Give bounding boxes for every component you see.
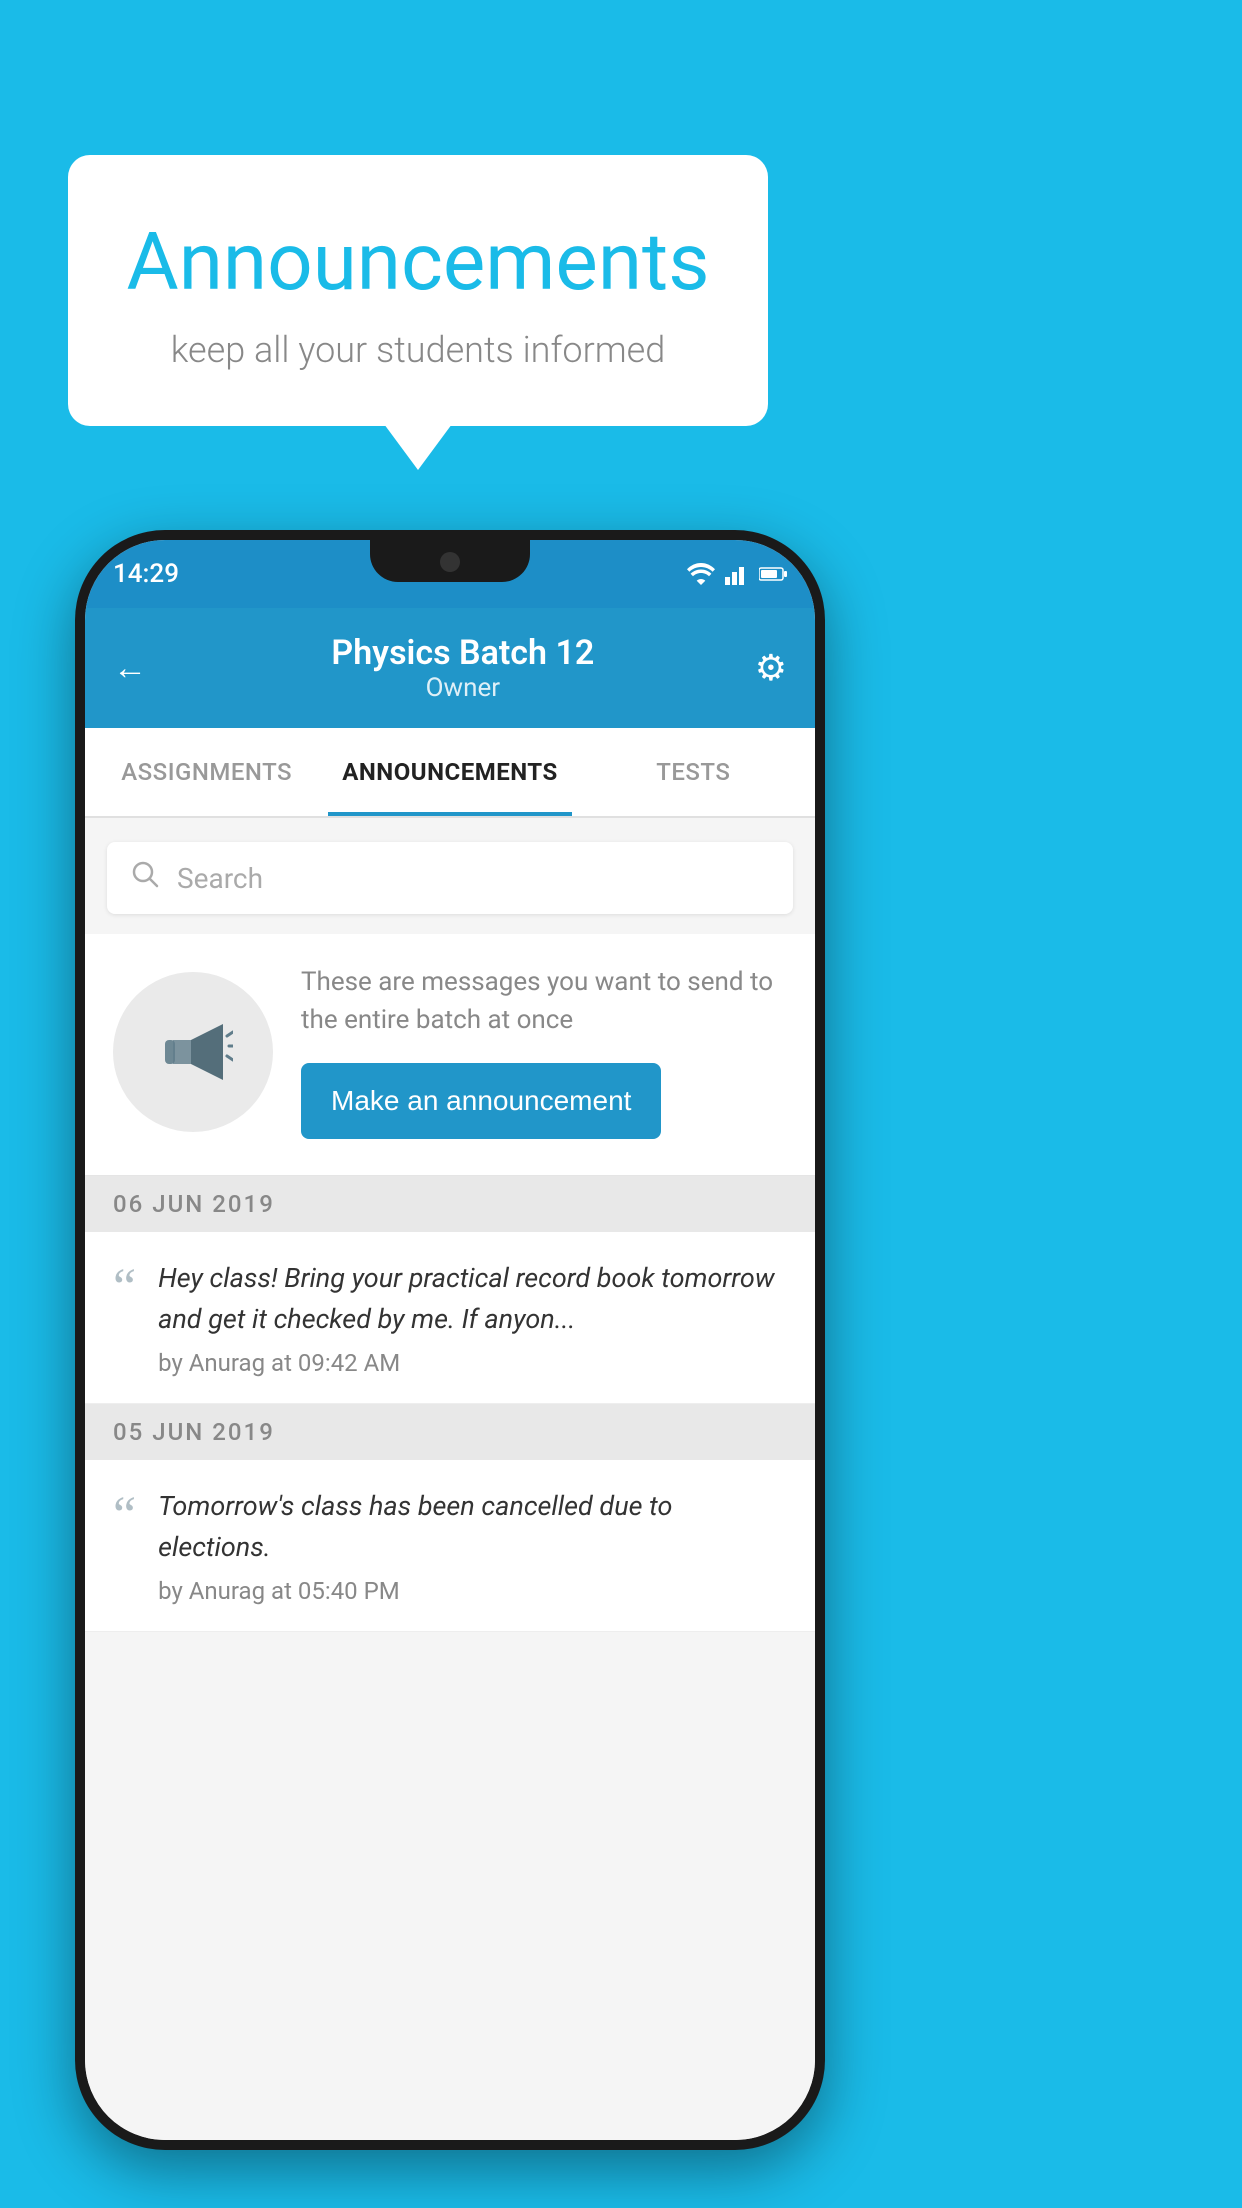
status-icons <box>687 563 787 585</box>
tab-announcements[interactable]: ANNOUNCEMENTS <box>328 728 571 816</box>
quote-icon-1: “ <box>113 1262 136 1314</box>
app-bar-subtitle: Owner <box>171 673 755 703</box>
megaphone-icon <box>153 1012 233 1092</box>
speech-bubble-container: Announcements keep all your students inf… <box>68 155 768 426</box>
announcement-meta-1: by Anurag at 09:42 AM <box>158 1349 787 1377</box>
announcement-meta-2: by Anurag at 05:40 PM <box>158 1577 787 1605</box>
date-header-1: 06 JUN 2019 <box>85 1176 815 1232</box>
phone-screen: 14:29 <box>85 540 815 2140</box>
phone-outer: 14:29 <box>75 530 825 2150</box>
quote-icon-2: “ <box>113 1490 136 1542</box>
phone-notch <box>370 540 530 582</box>
wifi-icon <box>687 563 715 585</box>
announcement-message-2: Tomorrow's class has been cancelled due … <box>158 1486 787 1567</box>
announcement-content-1: Hey class! Bring your practical record b… <box>158 1258 787 1377</box>
camera-cutout <box>440 552 460 572</box>
tab-assignments[interactable]: ASSIGNMENTS <box>85 728 328 816</box>
search-placeholder: Search <box>177 862 263 895</box>
signal-icon <box>725 563 749 585</box>
announcement-item-2[interactable]: “ Tomorrow's class has been cancelled du… <box>85 1460 815 1632</box>
tab-bar: ASSIGNMENTS ANNOUNCEMENTS TESTS <box>85 728 815 818</box>
back-button[interactable]: ← <box>113 648 147 688</box>
content-area: Search <box>85 818 815 2140</box>
announcements-heading: Announcements <box>118 215 718 309</box>
announcement-item-1[interactable]: “ Hey class! Bring your practical record… <box>85 1232 815 1404</box>
status-time: 14:29 <box>113 559 179 589</box>
search-icon <box>131 860 159 896</box>
search-bar[interactable]: Search <box>107 842 793 914</box>
app-bar-title: Physics Batch 12 <box>171 633 755 673</box>
app-bar-title-group: Physics Batch 12 Owner <box>171 633 755 703</box>
promo-icon-circle <box>113 972 273 1132</box>
date-header-2: 05 JUN 2019 <box>85 1404 815 1460</box>
announcement-content-2: Tomorrow's class has been cancelled due … <box>158 1486 787 1605</box>
announcement-message-1: Hey class! Bring your practical record b… <box>158 1258 787 1339</box>
phone-wrapper: 14:29 <box>75 530 825 2150</box>
tab-tests[interactable]: TESTS <box>572 728 815 816</box>
battery-icon <box>759 566 787 582</box>
app-bar: ← Physics Batch 12 Owner ⚙ <box>85 608 815 728</box>
speech-bubble: Announcements keep all your students inf… <box>68 155 768 426</box>
make-announcement-button[interactable]: Make an announcement <box>301 1063 661 1139</box>
settings-icon[interactable]: ⚙ <box>755 647 787 689</box>
promo-description: These are messages you want to send to t… <box>301 964 787 1039</box>
promo-right: These are messages you want to send to t… <box>301 964 787 1139</box>
announcement-promo: These are messages you want to send to t… <box>85 934 815 1176</box>
announcements-subtitle: keep all your students informed <box>118 329 718 371</box>
